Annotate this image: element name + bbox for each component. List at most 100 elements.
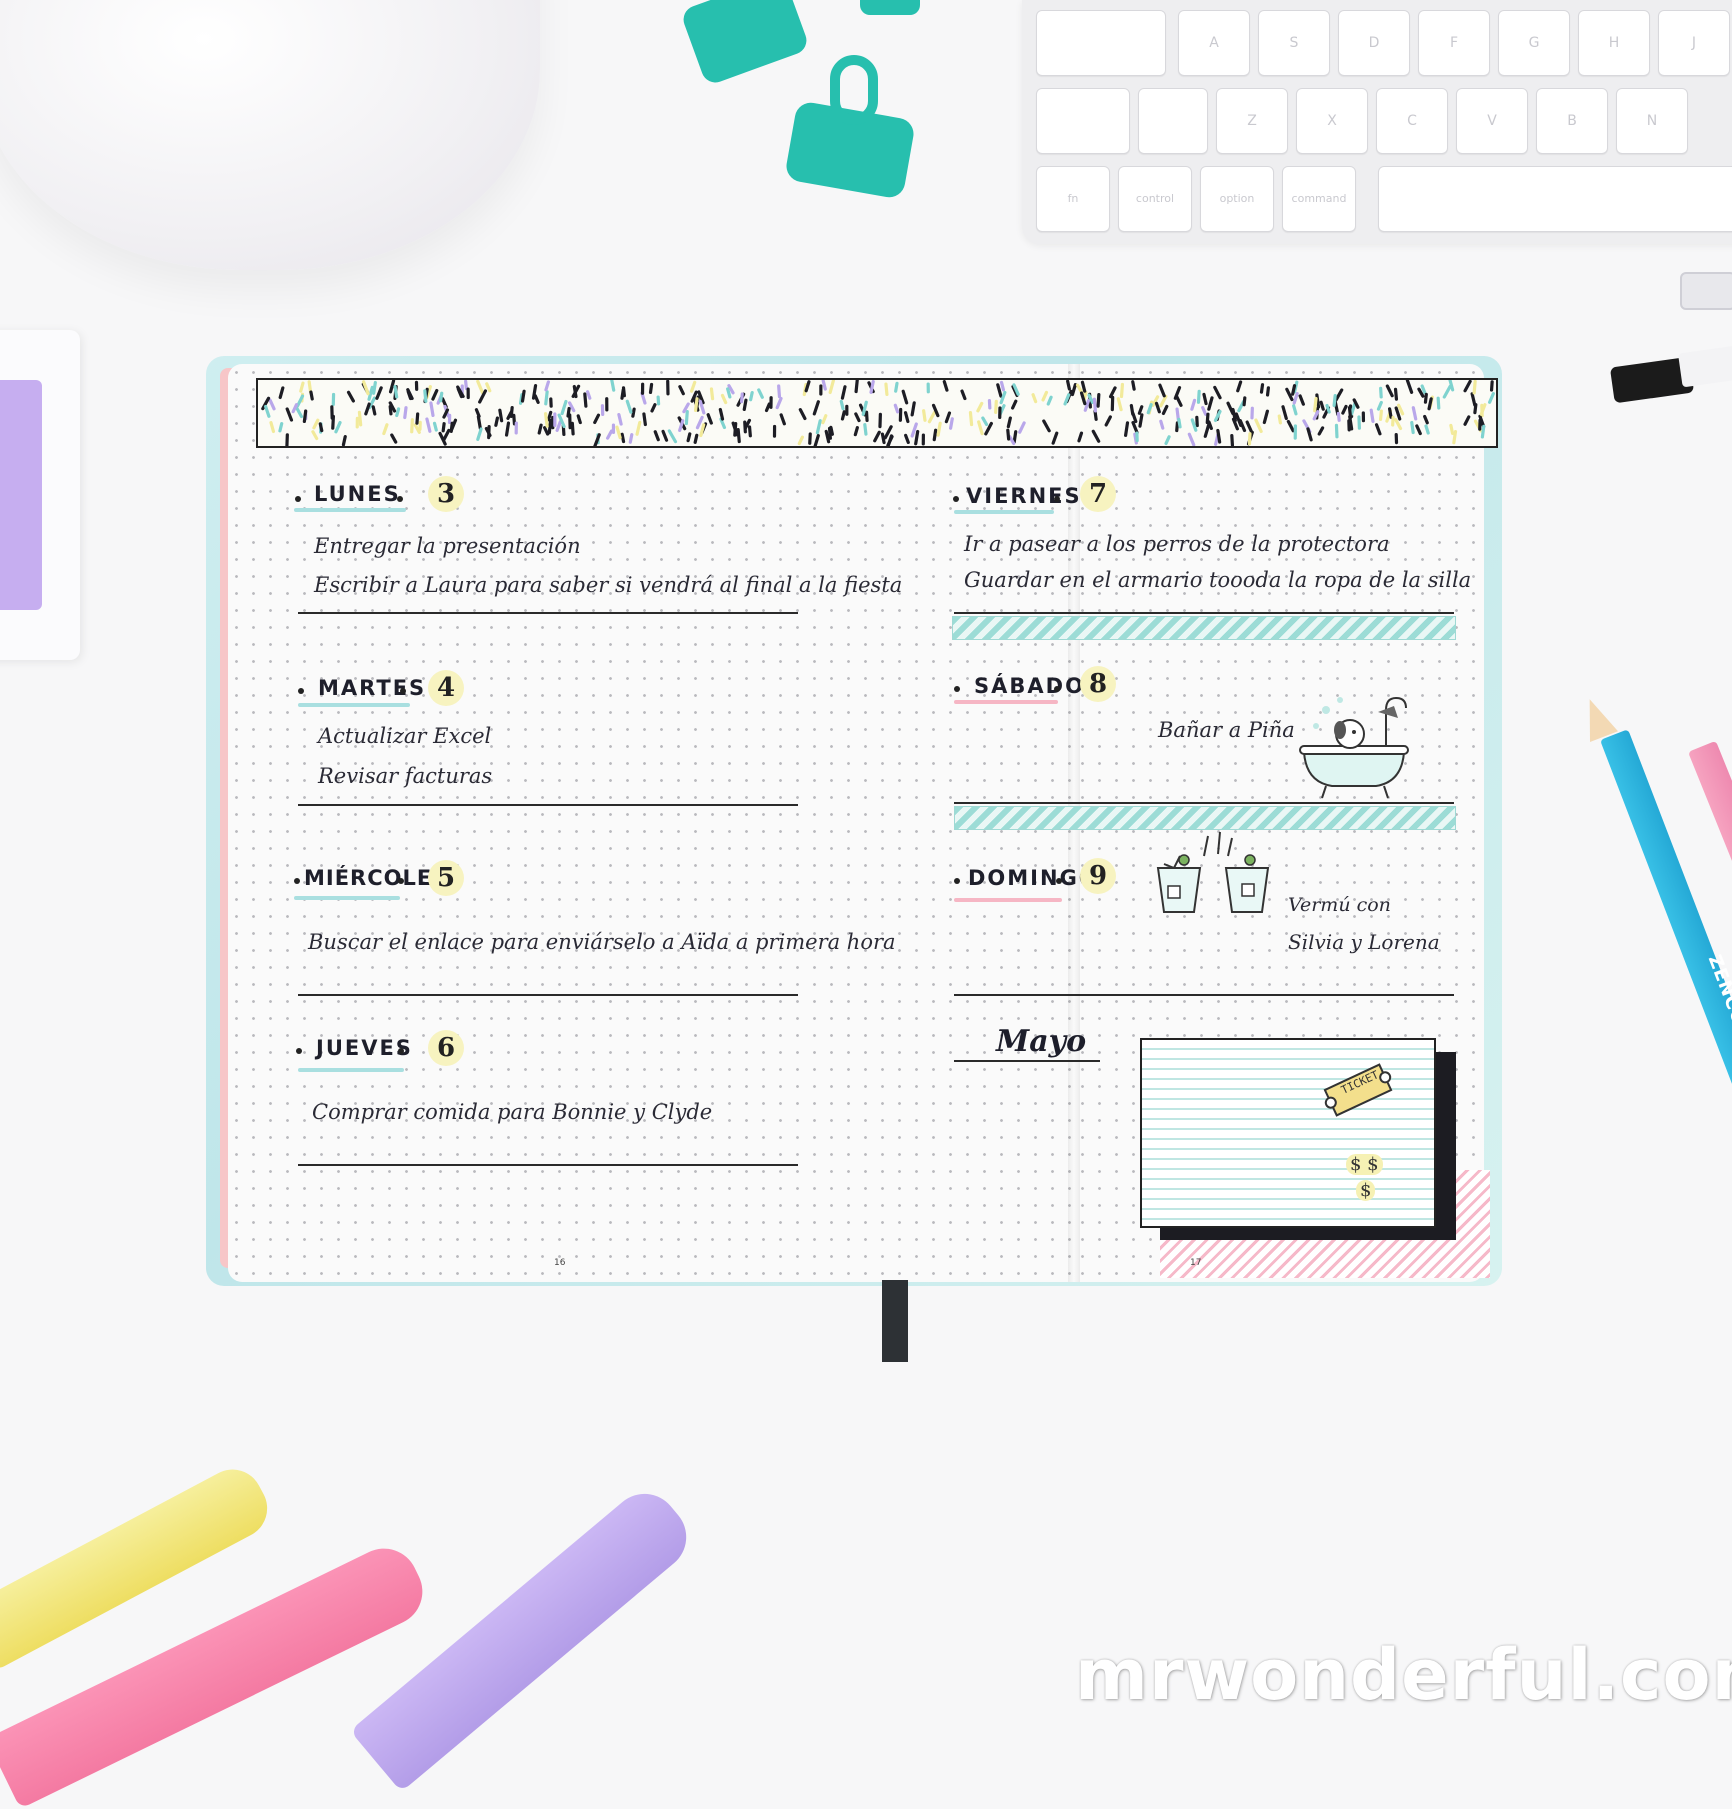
keyboard-key: J — [1658, 10, 1730, 76]
sprinkle — [698, 399, 706, 415]
sprinkle — [1436, 396, 1441, 410]
sprinkle — [1063, 393, 1071, 406]
sprinkle — [1379, 386, 1383, 399]
day-divider — [298, 1164, 798, 1166]
sprinkle — [1175, 394, 1183, 407]
sprinkle — [331, 392, 336, 407]
sprinkle — [1091, 429, 1101, 443]
keyboard-key: command — [1282, 166, 1356, 232]
sprinkle — [812, 400, 820, 416]
sprinkle — [949, 417, 954, 430]
sprinkle — [815, 419, 822, 435]
sprinkle — [1374, 423, 1382, 436]
sprinkle — [775, 396, 783, 410]
sprinkle — [1298, 394, 1305, 406]
task-note: Revisar facturas — [318, 764, 493, 788]
watermark-logo: mrwonderful.com — [1075, 1634, 1732, 1716]
sprinkle — [1042, 419, 1051, 433]
bathtub-dog-icon — [1299, 696, 1409, 799]
keyboard-key: N — [1616, 88, 1688, 154]
sprinkle — [605, 397, 609, 412]
day-bullet — [295, 496, 301, 502]
sprinkle — [355, 416, 359, 429]
sprinkle — [1281, 405, 1288, 421]
day-underline — [298, 703, 410, 707]
sprinkle — [1031, 393, 1038, 404]
sprinkle — [1423, 414, 1429, 425]
keyboard-key: S — [1258, 10, 1330, 76]
sprinkle — [1190, 398, 1197, 411]
page-number-right: 17 — [1190, 1258, 1202, 1268]
sprinkles-pattern — [261, 380, 1495, 446]
sprinkle — [1302, 419, 1312, 434]
sprinkle — [854, 412, 861, 423]
sprinkle — [998, 406, 1002, 420]
sprinkle — [441, 422, 446, 433]
bookmark-ribbon — [882, 1280, 908, 1362]
sprinkle — [981, 416, 989, 426]
sprinkle — [1306, 427, 1313, 442]
sprinkle — [878, 412, 882, 429]
sprinkle — [936, 421, 942, 437]
sprinkle — [264, 404, 271, 418]
sprinkle — [709, 387, 715, 401]
sprinkle — [977, 420, 984, 436]
sprinkle — [1488, 392, 1495, 404]
day-bullet — [953, 496, 959, 502]
desk-scene: ASDFGHJZXCVBNfncontroloptioncommand ZENC… — [0, 0, 1732, 1809]
sprinkle — [285, 433, 289, 446]
sprinkle — [1096, 392, 1101, 408]
sprinkle — [1463, 415, 1471, 426]
keyboard-key: Z — [1216, 88, 1288, 154]
sprinkle — [840, 385, 847, 400]
sprinkle — [819, 384, 823, 396]
sprinkle — [1131, 380, 1136, 391]
task-note: Entregar la presentación — [314, 534, 581, 558]
sprinkle — [1242, 396, 1247, 407]
day-number-miercoles: 5 — [428, 860, 464, 896]
sprinkle — [1376, 400, 1383, 411]
sprinkle — [1385, 384, 1394, 398]
sprinkle — [615, 425, 622, 440]
sprinkle — [747, 425, 752, 438]
day-divider — [298, 612, 798, 614]
sprinkle — [425, 417, 432, 433]
sprinkle — [987, 398, 992, 410]
keyboard-key: B — [1536, 88, 1608, 154]
marker-body — [1678, 342, 1732, 388]
sprinkle — [903, 411, 910, 424]
day-bullet — [954, 686, 960, 692]
sprinkle — [1092, 397, 1097, 413]
sprinkle — [1415, 424, 1422, 436]
sprinkle — [1124, 421, 1130, 437]
sprinkle — [278, 422, 284, 433]
sprinkle — [311, 430, 319, 441]
sprinkle — [429, 401, 435, 418]
sprinkle — [1119, 382, 1125, 399]
sprinkle — [1159, 419, 1165, 430]
sprinkle — [779, 413, 786, 426]
sprinkle — [1046, 395, 1053, 406]
task-note: Silvia y Lorena — [1288, 930, 1440, 954]
sprinkle — [593, 413, 601, 425]
sprinkle — [1202, 392, 1208, 406]
sprinkle — [1018, 421, 1026, 434]
sprinkle — [466, 387, 470, 400]
task-note: Guardar en el armario toooda la ropa de … — [964, 568, 1472, 592]
day-bullet — [398, 878, 404, 884]
sprinkle — [431, 388, 439, 401]
sprinkle — [1006, 416, 1012, 429]
sprinkle — [968, 410, 974, 427]
sprinkle — [640, 382, 645, 395]
day-bullet — [296, 1048, 302, 1054]
sprinkle — [494, 416, 500, 427]
month-underline — [954, 1060, 1100, 1062]
sprinkle — [1116, 397, 1123, 412]
month-label: Mayo — [996, 1024, 1087, 1059]
sprinkle — [341, 435, 347, 446]
sprinkle — [1361, 411, 1366, 423]
sprinkle — [976, 401, 984, 413]
sprinkle — [1187, 432, 1196, 446]
sprinkle — [1259, 383, 1265, 394]
sprinkle — [926, 382, 930, 394]
